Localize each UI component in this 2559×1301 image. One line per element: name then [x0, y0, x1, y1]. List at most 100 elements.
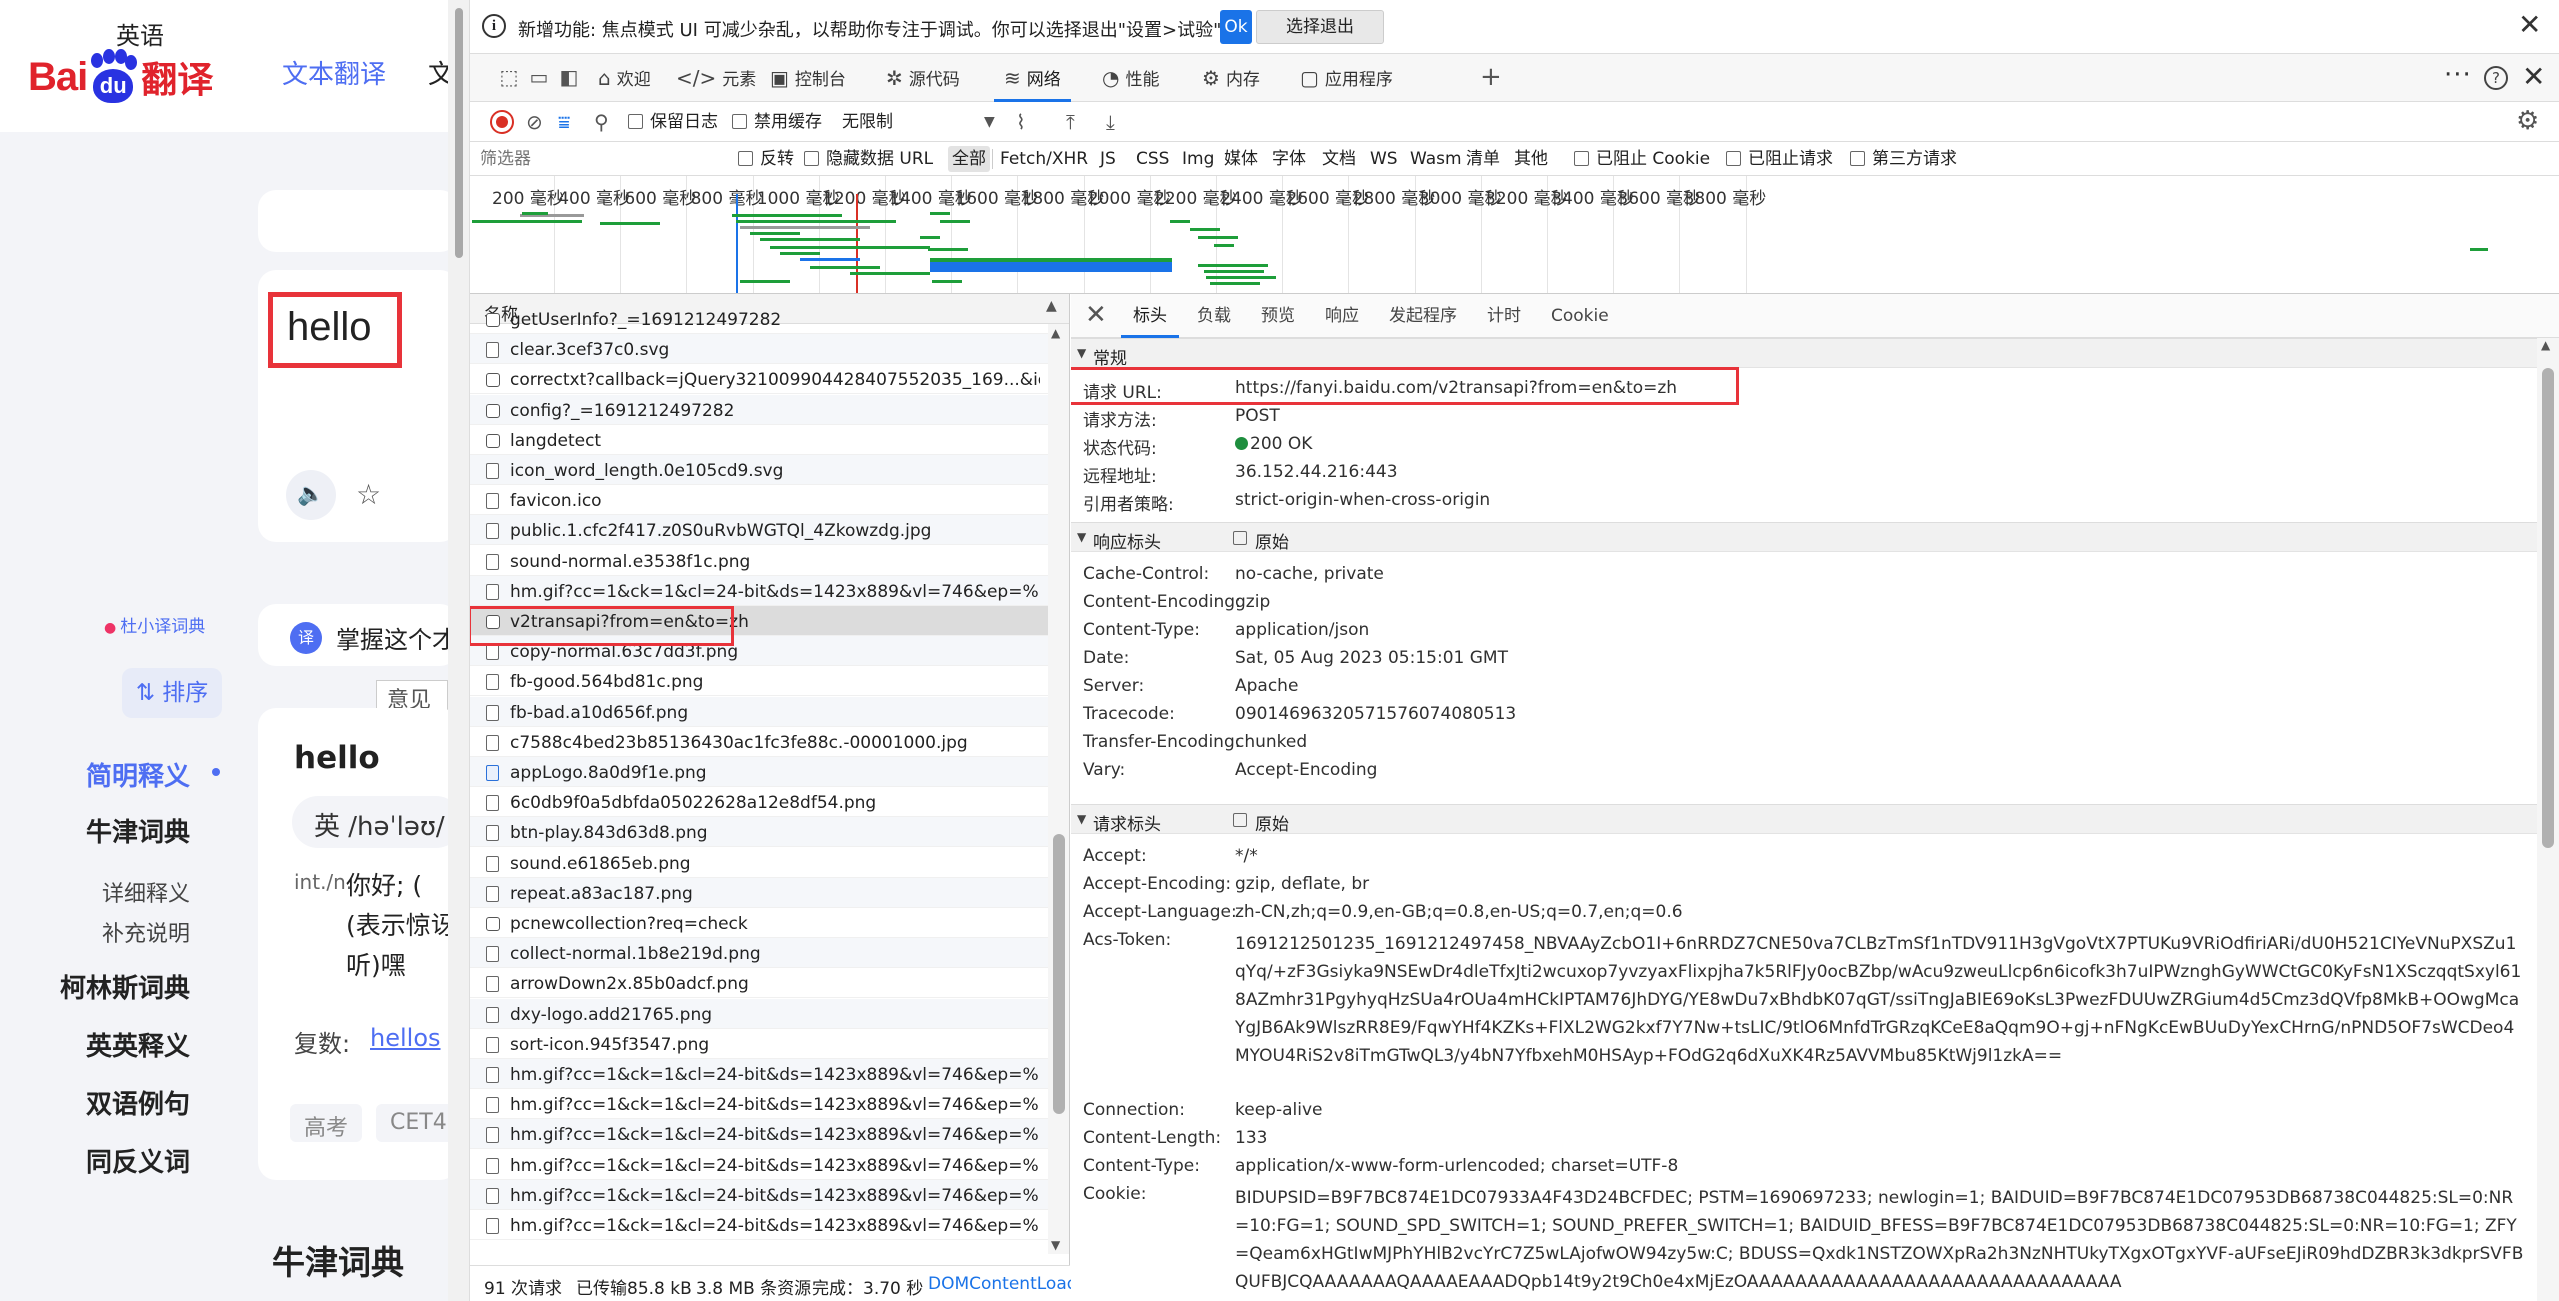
filter-input[interactable]	[480, 146, 720, 172]
close-icon[interactable]: ✕	[1085, 300, 1107, 330]
request-row[interactable]: config?_=1691212497282	[470, 394, 1048, 425]
request-headers-section-header[interactable]: ▼ 请求标头 原始	[1071, 804, 2537, 835]
filter-type[interactable]: Wasm	[1406, 146, 1466, 172]
sort-button[interactable]: ⇅ 排序	[122, 668, 222, 718]
request-row[interactable]: hm.gif?cc=1&ck=1&cl=24-bit&ds=1423x889&v…	[470, 1179, 1048, 1210]
network-overview-timeline[interactable]: 200 毫秒 400 毫秒 600 毫秒 800 毫秒 1000 毫秒 1200 毫秒 14…	[470, 176, 2559, 294]
gear-icon[interactable]: ⚙	[2516, 106, 2539, 136]
request-row[interactable]: fb-bad.a10d656f.png	[470, 696, 1048, 727]
filter-type[interactable]: 字体	[1268, 146, 1310, 172]
general-section-header[interactable]: ▼ 常规	[1071, 338, 2537, 369]
speaker-icon[interactable]: 🔈	[286, 470, 336, 520]
nav-doc-translate[interactable]: 文	[428, 54, 448, 91]
star-icon[interactable]: ☆	[356, 478, 381, 511]
source-language-selector[interactable]: 英语	[116, 16, 164, 51]
side-nav-item[interactable]: 牛津词典	[0, 812, 190, 849]
more-options-icon[interactable]: ···	[2444, 60, 2472, 90]
tab-network[interactable]: ≋ 网络	[994, 54, 1071, 102]
ok-button[interactable]: Ok	[1220, 10, 1252, 44]
detail-tab-headers[interactable]: 标头	[1121, 294, 1179, 338]
source-text-input[interactable]: hello	[270, 294, 400, 366]
request-list-scrollbar[interactable]: ▲ ▼	[1048, 324, 1069, 1254]
filter-type[interactable]: Img	[1178, 146, 1218, 172]
tab-welcome[interactable]: ⌂ 欢迎	[588, 54, 661, 102]
throttling-select[interactable]: 无限制	[842, 110, 893, 134]
hide-data-url-checkbox[interactable]	[804, 151, 819, 166]
blocked-cookies-checkbox[interactable]	[1574, 151, 1589, 166]
request-row[interactable]: public.1.cfc2f417.z0S0uRvbWGTQl_4Zkowzdg…	[470, 515, 1048, 546]
side-nav-item[interactable]: 英英释义	[0, 1026, 190, 1063]
page-scrollbar[interactable]	[448, 0, 470, 1301]
request-row[interactable]: btn-play.843d63d8.png	[470, 817, 1048, 848]
side-nav-item[interactable]: 同反义词	[0, 1142, 190, 1179]
import-har-icon[interactable]: ⤒	[1066, 110, 1075, 134]
detail-tab-response[interactable]: 响应	[1313, 294, 1371, 338]
filter-type[interactable]: CSS	[1132, 146, 1173, 172]
request-row[interactable]: favicon.ico	[470, 485, 1048, 516]
filter-type[interactable]: Fetch/XHR	[996, 146, 1092, 172]
dock-icon[interactable]: ◧	[556, 64, 582, 90]
detail-tab-payload[interactable]: 负载	[1185, 294, 1243, 338]
request-row[interactable]: sound.e61865eb.png	[470, 848, 1048, 878]
search-icon[interactable]: ⚲	[594, 110, 609, 134]
inspect-icon[interactable]: ⬚	[496, 64, 522, 90]
detail-tab-timing[interactable]: 计时	[1475, 294, 1533, 338]
request-row[interactable]: fb-good.564bd81c.png	[470, 666, 1048, 697]
filter-type[interactable]: 媒体	[1220, 146, 1262, 172]
tab-application[interactable]: ▢ 应用程序	[1290, 54, 1403, 102]
request-row[interactable]: appLogo.8a0d9f1e.png	[470, 757, 1048, 787]
filter-type-all[interactable]: 全部	[948, 146, 990, 172]
raw-checkbox[interactable]	[1233, 531, 1247, 545]
record-icon[interactable]	[490, 110, 514, 134]
device-toolbar-icon[interactable]: ▭	[526, 64, 552, 90]
opt-out-button[interactable]: 选择退出	[1256, 10, 1384, 44]
preserve-log-checkbox[interactable]	[628, 114, 643, 129]
duxiao-dictionary-link[interactable]: ● 杜小译词典	[104, 612, 205, 637]
filter-type[interactable]: WS	[1366, 146, 1402, 172]
side-nav-subitem[interactable]: 详细释义	[0, 876, 190, 908]
tab-elements[interactable]: </> 元素	[666, 54, 766, 102]
raw-checkbox[interactable]	[1233, 813, 1247, 827]
detail-tab-cookies[interactable]: Cookie	[1539, 294, 1621, 338]
request-row[interactable]: collect-normal.1b8e219d.png	[470, 938, 1048, 969]
request-row[interactable]: sound-normal.e3538f1c.png	[470, 546, 1048, 576]
request-row[interactable]: correctxt?callback=jQuery321009904428407…	[470, 364, 1048, 395]
invert-checkbox[interactable]	[738, 151, 753, 166]
filter-type[interactable]: 其他	[1510, 146, 1552, 172]
close-devtools-icon[interactable]: ✕	[2522, 60, 2545, 93]
disable-cache-checkbox[interactable]	[732, 114, 747, 129]
request-row[interactable]: hm.gif?cc=1&ck=1&cl=24-bit&ds=1423x889&v…	[470, 1119, 1048, 1150]
filter-type[interactable]: 清单	[1462, 146, 1504, 172]
request-row[interactable]: hm.gif?cc=1&ck=1&cl=24-bit&ds=1423x889&v…	[470, 1059, 1048, 1089]
blocked-requests-checkbox[interactable]	[1726, 151, 1741, 166]
side-nav-item[interactable]: 简明释义	[0, 756, 190, 793]
request-row[interactable]: arrowDown2x.85b0adcf.png	[470, 968, 1048, 999]
request-row[interactable]: langdetect	[470, 425, 1048, 455]
request-row[interactable]: hm.gif?cc=1&ck=1&cl=24-bit&ds=1423x889&v…	[470, 1210, 1048, 1240]
baidu-fanyi-logo[interactable]: Bai du 翻译	[28, 42, 213, 112]
side-nav-subitem[interactable]: 补充说明	[0, 916, 190, 948]
request-row[interactable]: clear.3cef37c0.svg	[470, 334, 1048, 365]
request-row[interactable]: icon_word_length.0e105cd9.svg	[470, 455, 1048, 485]
add-tab-icon[interactable]: +	[1480, 62, 1502, 92]
request-row[interactable]: copy-normal.63c7dd3f.png	[470, 636, 1048, 667]
request-row[interactable]: hm.gif?cc=1&ck=1&cl=24-bit&ds=1423x889&v…	[470, 1089, 1048, 1120]
request-row[interactable]: c7588c4bed23b85136430ac1fc3fe88c.-000010…	[470, 727, 1048, 757]
request-row[interactable]: hm.gif?cc=1&ck=1&cl=24-bit&ds=1423x889&v…	[470, 575, 1048, 606]
tab-performance[interactable]: ◔ 性能	[1092, 54, 1169, 102]
phonetic-pill[interactable]: 英 /həˈləʊ/	[292, 796, 448, 848]
filter-type[interactable]: JS	[1096, 146, 1120, 172]
request-row[interactable]: pcnewcollection?req=check	[470, 908, 1048, 938]
request-row[interactable]: sort-icon.945f3547.png	[470, 1029, 1048, 1059]
mastery-text[interactable]: 掌握这个才	[336, 620, 448, 655]
request-row[interactable]: dxy-logo.add21765.png	[470, 998, 1048, 1029]
response-headers-section-header[interactable]: ▼ 响应标头 原始	[1071, 522, 2537, 553]
help-icon[interactable]: ?	[2484, 66, 2508, 90]
request-row[interactable]: hm.gif?cc=1&ck=1&cl=24-bit&ds=1423x889&v…	[470, 1150, 1048, 1180]
detail-scrollbar[interactable]: ▲	[2537, 338, 2559, 1301]
tab-console[interactable]: ▣ 控制台	[760, 54, 856, 102]
detail-tab-preview[interactable]: 预览	[1249, 294, 1307, 338]
tab-sources[interactable]: ✲ 源代码	[876, 54, 970, 102]
plural-link[interactable]: hellos	[370, 1024, 441, 1052]
nav-text-translate[interactable]: 文本翻译	[282, 54, 386, 91]
